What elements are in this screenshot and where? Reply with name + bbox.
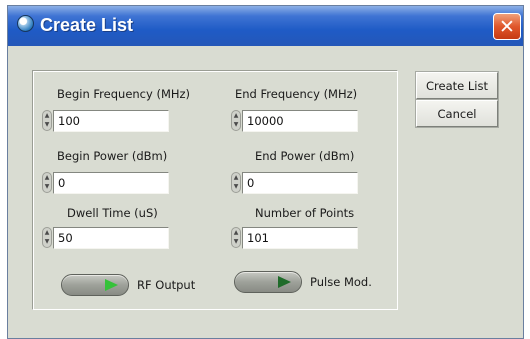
cancel-button[interactable]: Cancel [416,100,498,127]
spinner-down-icon[interactable]: ▼ [45,239,50,245]
number-of-points-input[interactable]: 101 [242,227,358,249]
title-bar[interactable]: Create List ✕ [8,6,523,46]
spinner-up-icon[interactable]: ▲ [234,174,239,181]
dwell-time-spinner[interactable]: ▲ ▼ [42,227,52,248]
end-power-spinner[interactable]: ▲ ▼ [231,172,241,193]
spinner-down-icon[interactable]: ▼ [45,184,50,190]
settings-panel: Begin Frequency (MHz) ▲ ▼ 100 End Freque… [32,70,398,310]
spinner-down-icon[interactable]: ▼ [234,122,239,128]
end-power-input[interactable]: 0 [242,172,358,194]
dwell-time-label: Dwell Time (uS) [67,206,158,220]
end-frequency-label: End Frequency (MHz) [235,87,358,101]
window-title: Create List [40,15,134,35]
create-list-dialog: Create List ✕ Begin Frequency (MHz) ▲ ▼ … [7,5,524,339]
rf-output-toggle[interactable] [61,274,129,296]
end-frequency-spinner[interactable]: ▲ ▼ [231,110,241,131]
number-of-points-label: Number of Points [255,206,355,220]
begin-power-label: Begin Power (dBm) [57,149,168,163]
end-frequency-input[interactable]: 10000 [242,110,358,132]
rf-output-led-icon [105,279,118,291]
create-list-button[interactable]: Create List [416,72,498,99]
spinner-down-icon[interactable]: ▼ [234,239,239,245]
spinner-up-icon[interactable]: ▲ [45,229,50,236]
spinner-up-icon[interactable]: ▲ [234,229,239,236]
dwell-time-input[interactable]: 50 [53,227,169,249]
pulse-mod-led-icon [278,276,291,288]
begin-frequency-input[interactable]: 100 [53,110,169,132]
spinner-up-icon[interactable]: ▲ [45,174,50,181]
begin-frequency-label: Begin Frequency (MHz) [57,87,191,101]
end-power-label: End Power (dBm) [255,149,355,163]
close-icon: ✕ [499,15,515,38]
spinner-down-icon[interactable]: ▼ [234,184,239,190]
number-of-points-spinner[interactable]: ▲ ▼ [231,227,241,248]
pulse-mod-toggle[interactable] [234,271,302,293]
begin-power-spinner[interactable]: ▲ ▼ [42,172,52,193]
close-button[interactable]: ✕ [493,13,521,40]
begin-power-input[interactable]: 0 [53,172,169,194]
spinner-up-icon[interactable]: ▲ [234,112,239,119]
app-icon [17,15,34,32]
pulse-mod-label: Pulse Mod. [310,275,372,289]
spinner-up-icon[interactable]: ▲ [45,112,50,119]
begin-frequency-spinner[interactable]: ▲ ▼ [42,110,52,131]
spinner-down-icon[interactable]: ▼ [45,122,50,128]
rf-output-label: RF Output [137,278,196,292]
